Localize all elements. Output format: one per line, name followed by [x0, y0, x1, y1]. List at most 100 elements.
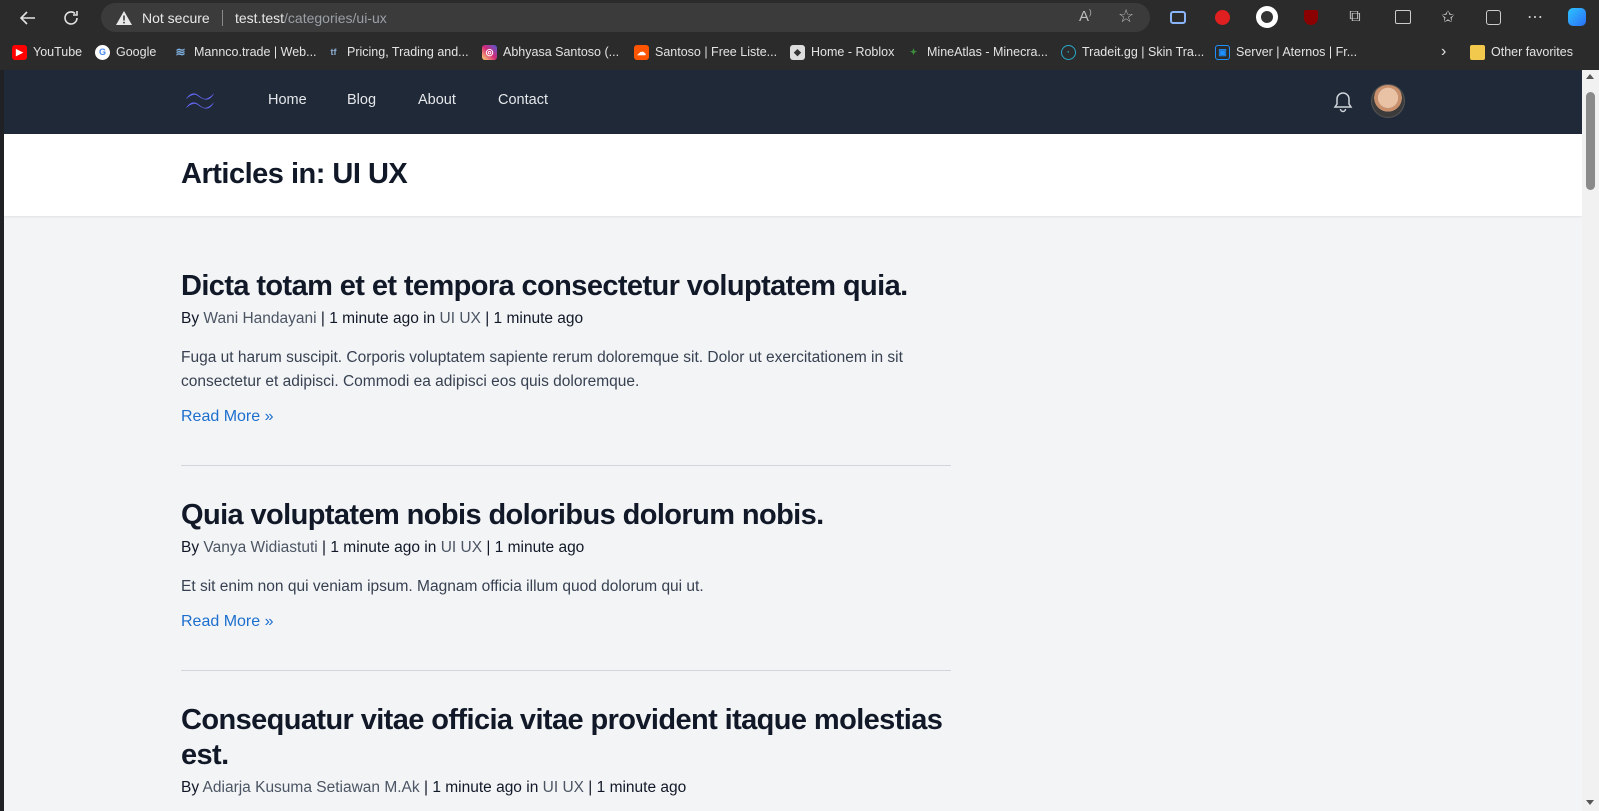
refresh-icon — [64, 11, 78, 25]
meta-time: 1 minute ago — [329, 310, 419, 327]
opera-icon[interactable] — [1211, 6, 1233, 28]
back-arrow-icon — [19, 11, 35, 25]
collections-icon[interactable] — [1482, 6, 1504, 28]
article-card: Consequatur vitae officia vitae providen… — [181, 703, 951, 797]
notification-bell-icon[interactable] — [1333, 91, 1353, 113]
mineatlas-icon: ✦ — [909, 46, 918, 57]
page-header: Articles in: UI UX — [4, 134, 1582, 216]
ublock-icon[interactable] — [1300, 6, 1322, 28]
refresh-button[interactable] — [58, 5, 84, 31]
category-link[interactable]: UI UX — [441, 539, 482, 556]
bookmark-other-favorites[interactable]: Other favorites — [1470, 43, 1573, 61]
not-secure-label[interactable]: Not secure — [142, 10, 210, 26]
user-avatar[interactable] — [1371, 84, 1405, 118]
tradeit-icon: · — [1061, 44, 1076, 60]
page-title: Articles in: UI UX — [181, 158, 408, 190]
bookmark-youtube[interactable]: ▶ YouTube — [12, 43, 82, 61]
category-link[interactable]: UI UX — [543, 779, 584, 796]
site-navbar: Home Blog About Contact — [4, 70, 1582, 134]
bookmark-label: Abhyasa Santoso (... — [503, 45, 620, 59]
article-card: Dicta totam et et tempora consectetur vo… — [181, 269, 951, 426]
bookmark-instagram[interactable]: ◎ Abhyasa Santoso (... — [482, 43, 619, 61]
bookmark-tradeit[interactable]: · Tradeit.gg | Skin Tra... — [1061, 43, 1204, 61]
meta-separator: | — [486, 539, 491, 556]
article-excerpt: Fuga ut harum suscipit. Corporis volupta… — [181, 349, 903, 390]
folder-icon — [1470, 44, 1485, 60]
article-title[interactable]: Consequatur vitae officia vitae providen… — [181, 703, 951, 773]
extensions-puzzle-icon[interactable]: ⧉ — [1344, 6, 1366, 28]
meta-separator: | — [423, 779, 428, 796]
meta-time-updated: 1 minute ago — [493, 310, 584, 327]
back-button[interactable] — [15, 5, 41, 31]
bookmark-label: Tradeit.gg | Skin Tra... — [1082, 45, 1205, 59]
aternos-icon: ▣ — [1215, 44, 1230, 60]
article-excerpt: Et sit enim non qui veniam ipsum. Magnam… — [181, 578, 704, 595]
article-meta: By Vanya Widiastuti | 1 minute ago in UI… — [181, 539, 951, 557]
bookmark-mannco[interactable]: ≋ Mannco.trade | Web... — [173, 43, 317, 61]
read-more-link[interactable]: Read More » — [181, 613, 274, 631]
bookmark-pricing[interactable]: tf Pricing, Trading and... — [326, 43, 469, 61]
google-icon: G — [95, 44, 110, 60]
page-viewport: Home Blog About Contact Articles in: UI … — [4, 70, 1582, 811]
extension-profile-icon[interactable] — [1256, 6, 1278, 28]
screen-capture-icon[interactable] — [1167, 6, 1189, 28]
scroll-down-arrow-icon[interactable] — [1586, 800, 1594, 805]
more-menu-icon[interactable]: ⋯ — [1524, 6, 1546, 28]
bookmark-label: Pricing, Trading and... — [347, 45, 469, 59]
meta-in: in — [526, 779, 539, 796]
author-link[interactable]: Adiarja Kusuma Setiawan M.Ak — [203, 779, 420, 796]
bookmark-label: Google — [116, 45, 157, 59]
meta-in: in — [424, 539, 437, 556]
meta-time-updated: 1 minute ago — [596, 779, 687, 796]
meta-by: By — [181, 539, 200, 556]
category-link[interactable]: UI UX — [440, 310, 481, 327]
favorites-icon[interactable]: ✩ — [1437, 6, 1459, 28]
warning-icon — [116, 11, 132, 25]
article-title[interactable]: Quia voluptatem nobis doloribus dolorum … — [181, 498, 951, 533]
scrollbar-thumb[interactable] — [1586, 92, 1595, 190]
meta-in: in — [423, 310, 436, 327]
split-screen-icon[interactable] — [1392, 6, 1414, 28]
bookmark-label: Mannco.trade | Web... — [194, 45, 317, 59]
page-scrollbar[interactable] — [1582, 70, 1599, 811]
copilot-icon[interactable] — [1566, 6, 1588, 28]
meta-separator: | — [588, 779, 593, 796]
bookmark-label: Home - Roblox — [811, 45, 895, 59]
url-text[interactable]: test.test/categories/ui-ux — [235, 10, 387, 26]
bookmark-google[interactable]: G Google — [95, 43, 156, 61]
author-link[interactable]: Wani Handayani — [203, 310, 316, 327]
nav-contact-link[interactable]: Contact — [498, 92, 548, 108]
address-bar[interactable]: Not secure test.test/categories/ui-ux A)… — [101, 3, 1150, 32]
read-more-link[interactable]: Read More » — [181, 408, 274, 426]
favorite-star-icon[interactable]: ☆ — [1118, 6, 1134, 27]
nav-blog-link[interactable]: Blog — [347, 92, 376, 108]
article-meta: By Adiarja Kusuma Setiawan M.Ak | 1 minu… — [181, 779, 951, 797]
bookmark-label: YouTube — [33, 45, 83, 59]
bookmark-label: Server | Aternos | Fr... — [1236, 45, 1358, 59]
scroll-up-arrow-icon[interactable] — [1586, 74, 1594, 79]
author-link[interactable]: Vanya Widiastuti — [203, 539, 317, 556]
tailwind-logo-icon[interactable] — [184, 90, 216, 112]
bookmark-aternos[interactable]: ▣ Server | Aternos | Fr... — [1215, 43, 1357, 61]
browser-chrome: Not secure test.test/categories/ui-ux A)… — [0, 0, 1599, 70]
bookmark-label: Santoso | Free Liste... — [655, 45, 778, 59]
bookmark-soundcloud[interactable]: ☁ Santoso | Free Liste... — [634, 43, 777, 61]
soundcloud-icon: ☁ — [634, 44, 649, 60]
read-aloud-icon[interactable]: A) — [1079, 8, 1092, 25]
youtube-icon: ▶ — [12, 44, 27, 60]
meta-by: By — [181, 310, 200, 327]
meta-separator: | — [322, 539, 327, 556]
nav-home-link[interactable]: Home — [268, 92, 307, 108]
bookmarks-overflow-chevron-icon[interactable]: › — [1441, 43, 1446, 61]
nav-about-link[interactable]: About — [418, 92, 456, 108]
bookmarks-bar: ▶ YouTube G Google ≋ Mannco.trade | Web... … — [0, 38, 1599, 66]
bookmark-roblox[interactable]: ◆ Home - Roblox — [790, 43, 894, 61]
roblox-icon: ◆ — [790, 44, 805, 60]
article-divider — [181, 670, 951, 671]
bookmark-mineatlas[interactable]: ✦ MineAtlas - Minecra... — [906, 43, 1048, 61]
bookmark-label: MineAtlas - Minecra... — [927, 45, 1048, 59]
article-card: Quia voluptatem nobis doloribus dolorum … — [181, 498, 951, 631]
meta-time: 1 minute ago — [432, 779, 522, 796]
article-title[interactable]: Dicta totam et et tempora consectetur vo… — [181, 269, 951, 304]
meta-separator: | — [485, 310, 490, 327]
